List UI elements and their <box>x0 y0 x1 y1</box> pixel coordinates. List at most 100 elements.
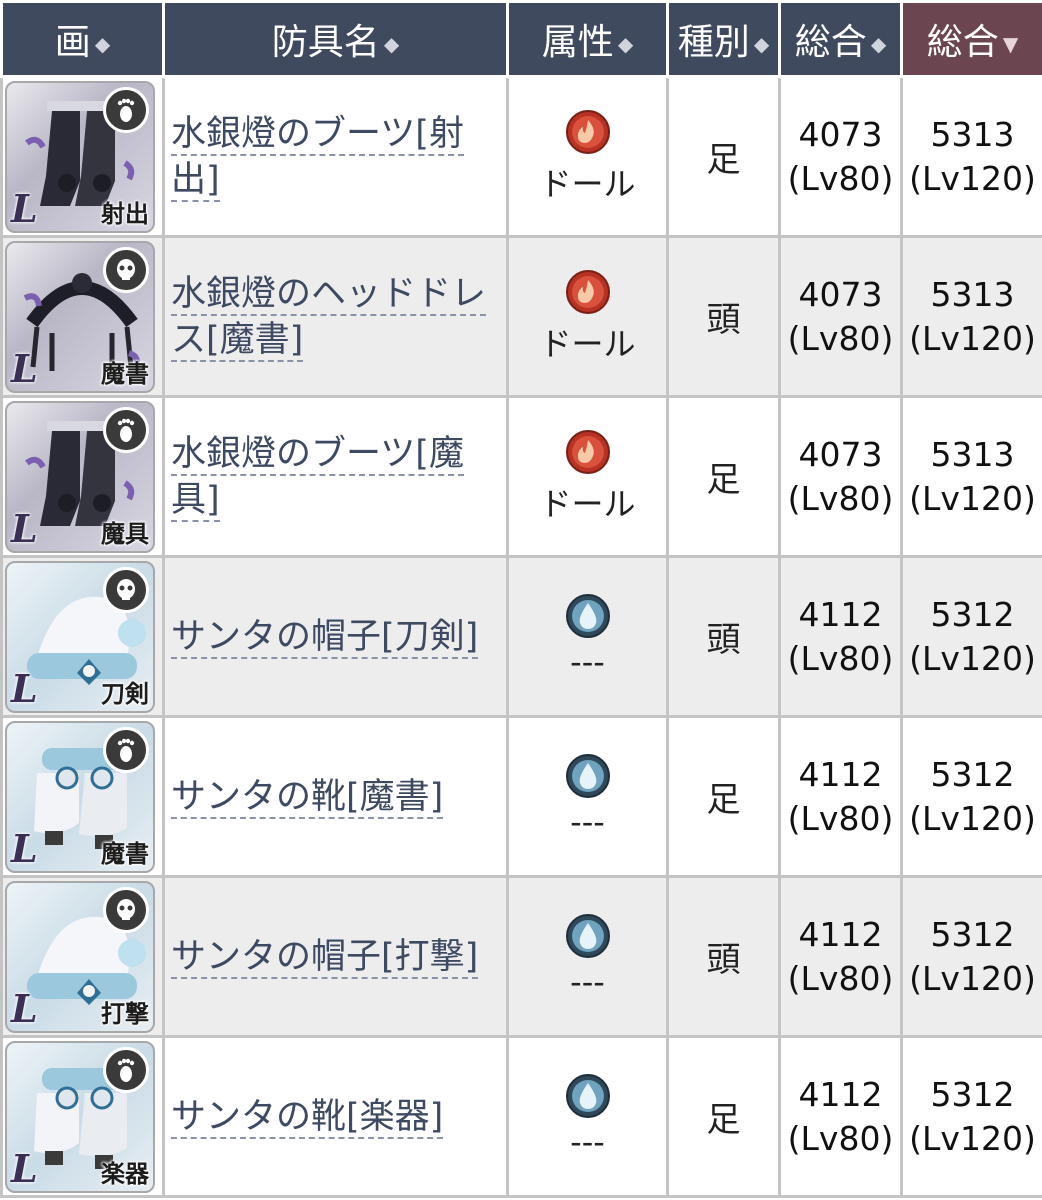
armor-name-link[interactable]: サンタの靴[魔書] <box>171 776 444 819</box>
total-lv120-level: (Lv120) <box>909 1118 1036 1158</box>
boots-icon[interactable]: L 射出 <box>5 80 155 233</box>
weapon-tag: 魔具 <box>101 519 149 548</box>
armor-image-cell: L 魔書 <box>0 715 165 878</box>
attribute-cell: ドール <box>506 235 669 398</box>
table-row[interactable]: L 魔書 水銀燈のヘッドドレス[魔書] ドール 頭 4073 (Lv80) 53… <box>0 235 1042 398</box>
table-row[interactable]: L 刀剣 サンタの帽子[刀剣] --- 頭 4112 (Lv80) 5312 (… <box>0 555 1042 718</box>
weapon-tag: 刀剣 <box>101 679 149 708</box>
attribute-label: ドール <box>539 484 636 523</box>
total-lv80-cell: 4073 (Lv80) <box>778 395 903 558</box>
rarity-badge: L <box>11 185 38 231</box>
header-armor-name[interactable]: 防具名 ◆ <box>162 0 509 78</box>
santa-boots-icon[interactable]: L 楽器 <box>5 1040 155 1193</box>
header-total-lv80[interactable]: 総合 ◆ <box>778 0 903 78</box>
type-cell: 足 <box>666 715 781 878</box>
total-lv120-level: (Lv120) <box>909 798 1036 838</box>
table-row[interactable]: L 打撃 サンタの帽子[打撃] --- 頭 4112 (Lv80) 5312 (… <box>0 875 1042 1038</box>
water-attr-icon <box>509 913 666 959</box>
weapon-tag: 楽器 <box>101 1159 149 1188</box>
armor-name-link[interactable]: サンタの帽子[刀剣] <box>171 616 479 659</box>
head-icon <box>103 246 149 293</box>
total-lv80-cell: 4073 (Lv80) <box>778 75 903 238</box>
type-cell: 足 <box>666 395 781 558</box>
armor-name-cell: 水銀燈のヘッドドレス[魔書] <box>162 235 509 398</box>
sort-icon: ◆ <box>870 32 887 56</box>
total-lv120-value: 5312 <box>930 594 1015 634</box>
table-row[interactable]: L 魔書 サンタの靴[魔書] --- 足 4112 (Lv80) 5312 (L… <box>0 715 1042 878</box>
total-lv120-value: 5313 <box>930 114 1015 154</box>
total-lv120-value: 5312 <box>930 754 1015 794</box>
header-type[interactable]: 種別 ◆ <box>666 0 781 78</box>
head-icon <box>103 886 149 933</box>
fire-attr-icon <box>509 269 666 315</box>
total-lv80-value: 4112 <box>798 1074 883 1114</box>
total-lv120-cell: 5313 (Lv120) <box>900 75 1042 238</box>
total-lv80-value: 4073 <box>798 434 883 474</box>
sort-icon: ◆ <box>94 32 111 56</box>
header-image[interactable]: 画 ◆ <box>0 0 165 78</box>
header-attribute[interactable]: 属性 ◆ <box>506 0 669 78</box>
weapon-tag: 射出 <box>101 199 149 228</box>
rarity-badge: L <box>11 825 38 871</box>
armor-image-cell: L 楽器 <box>0 1035 165 1198</box>
total-lv120-cell: 5312 (Lv120) <box>900 555 1042 718</box>
armor-name-link[interactable]: サンタの靴[楽器] <box>171 1096 444 1139</box>
santa-hat-icon[interactable]: L 打撃 <box>5 880 155 1033</box>
attribute-label: --- <box>570 962 605 1001</box>
foot-icon <box>103 406 149 453</box>
santa-hat-icon[interactable]: L 刀剣 <box>5 560 155 713</box>
armor-name-cell: サンタの帽子[刀剣] <box>162 555 509 718</box>
boots-icon[interactable]: L 魔具 <box>5 400 155 553</box>
rarity-badge: L <box>11 985 38 1031</box>
armor-name-cell: サンタの靴[楽器] <box>162 1035 509 1198</box>
table-row[interactable]: L 射出 水銀燈のブーツ[射出] ドール 足 4073 (Lv80) 5313 … <box>0 75 1042 238</box>
fire-attr-icon <box>509 429 666 475</box>
head-icon <box>103 566 149 613</box>
attribute-cell: ドール <box>506 75 669 238</box>
total-lv80-cell: 4112 (Lv80) <box>778 875 903 1038</box>
total-lv80-cell: 4112 (Lv80) <box>778 1035 903 1198</box>
attribute-label: --- <box>570 642 605 681</box>
rarity-badge: L <box>11 665 38 711</box>
armor-image-cell: L 射出 <box>0 75 165 238</box>
weapon-tag: 魔書 <box>101 839 149 868</box>
armor-image-cell: L 魔書 <box>0 235 165 398</box>
total-lv120-cell: 5313 (Lv120) <box>900 235 1042 398</box>
armor-name-link[interactable]: 水銀燈のヘッドドレス[魔書] <box>171 273 487 362</box>
type-cell: 足 <box>666 1035 781 1198</box>
armor-name-link[interactable]: 水銀燈のブーツ[射出] <box>171 113 464 202</box>
armor-table: 画 ◆ 防具名 ◆ 属性 ◆ 種別 ◆ 総合 ◆ 総合 ▼ L 射出 水銀燈のブーツ[射出]… <box>0 0 1042 1198</box>
table-row[interactable]: L 魔具 水銀燈のブーツ[魔具] ドール 足 4073 (Lv80) 5313 … <box>0 395 1042 558</box>
table-row[interactable]: L 楽器 サンタの靴[楽器] --- 足 4112 (Lv80) 5312 (L… <box>0 1035 1042 1198</box>
total-lv120-value: 5312 <box>930 914 1015 954</box>
attribute-cell: --- <box>506 875 669 1038</box>
armor-name-cell: 水銀燈のブーツ[魔具] <box>162 395 509 558</box>
type-cell: 頭 <box>666 555 781 718</box>
total-lv120-level: (Lv120) <box>909 318 1036 358</box>
total-lv120-level: (Lv120) <box>909 638 1036 678</box>
type-cell: 頭 <box>666 235 781 398</box>
armor-name-cell: 水銀燈のブーツ[射出] <box>162 75 509 238</box>
total-lv80-level: (Lv80) <box>787 958 894 998</box>
weapon-tag: 打撃 <box>101 999 149 1028</box>
total-lv80-value: 4073 <box>798 274 883 314</box>
armor-name-cell: サンタの靴[魔書] <box>162 715 509 878</box>
header-total-lv120[interactable]: 総合 ▼ <box>900 0 1042 78</box>
total-lv80-level: (Lv80) <box>787 318 894 358</box>
headdress-icon[interactable]: L 魔書 <box>5 240 155 393</box>
attribute-cell: --- <box>506 715 669 878</box>
santa-boots-icon[interactable]: L 魔書 <box>5 720 155 873</box>
armor-name-link[interactable]: サンタの帽子[打撃] <box>171 936 479 979</box>
total-lv120-cell: 5312 (Lv120) <box>900 1035 1042 1198</box>
total-lv80-cell: 4073 (Lv80) <box>778 235 903 398</box>
total-lv120-level: (Lv120) <box>909 478 1036 518</box>
attribute-label: --- <box>570 1122 605 1161</box>
total-lv120-value: 5312 <box>930 1074 1015 1114</box>
sort-icon: ◆ <box>753 32 770 56</box>
armor-name-link[interactable]: 水銀燈のブーツ[魔具] <box>171 433 464 522</box>
total-lv80-level: (Lv80) <box>787 798 894 838</box>
total-lv80-level: (Lv80) <box>787 478 894 518</box>
rarity-badge: L <box>11 505 38 551</box>
attribute-label: ドール <box>539 164 636 203</box>
total-lv80-cell: 4112 (Lv80) <box>778 555 903 718</box>
